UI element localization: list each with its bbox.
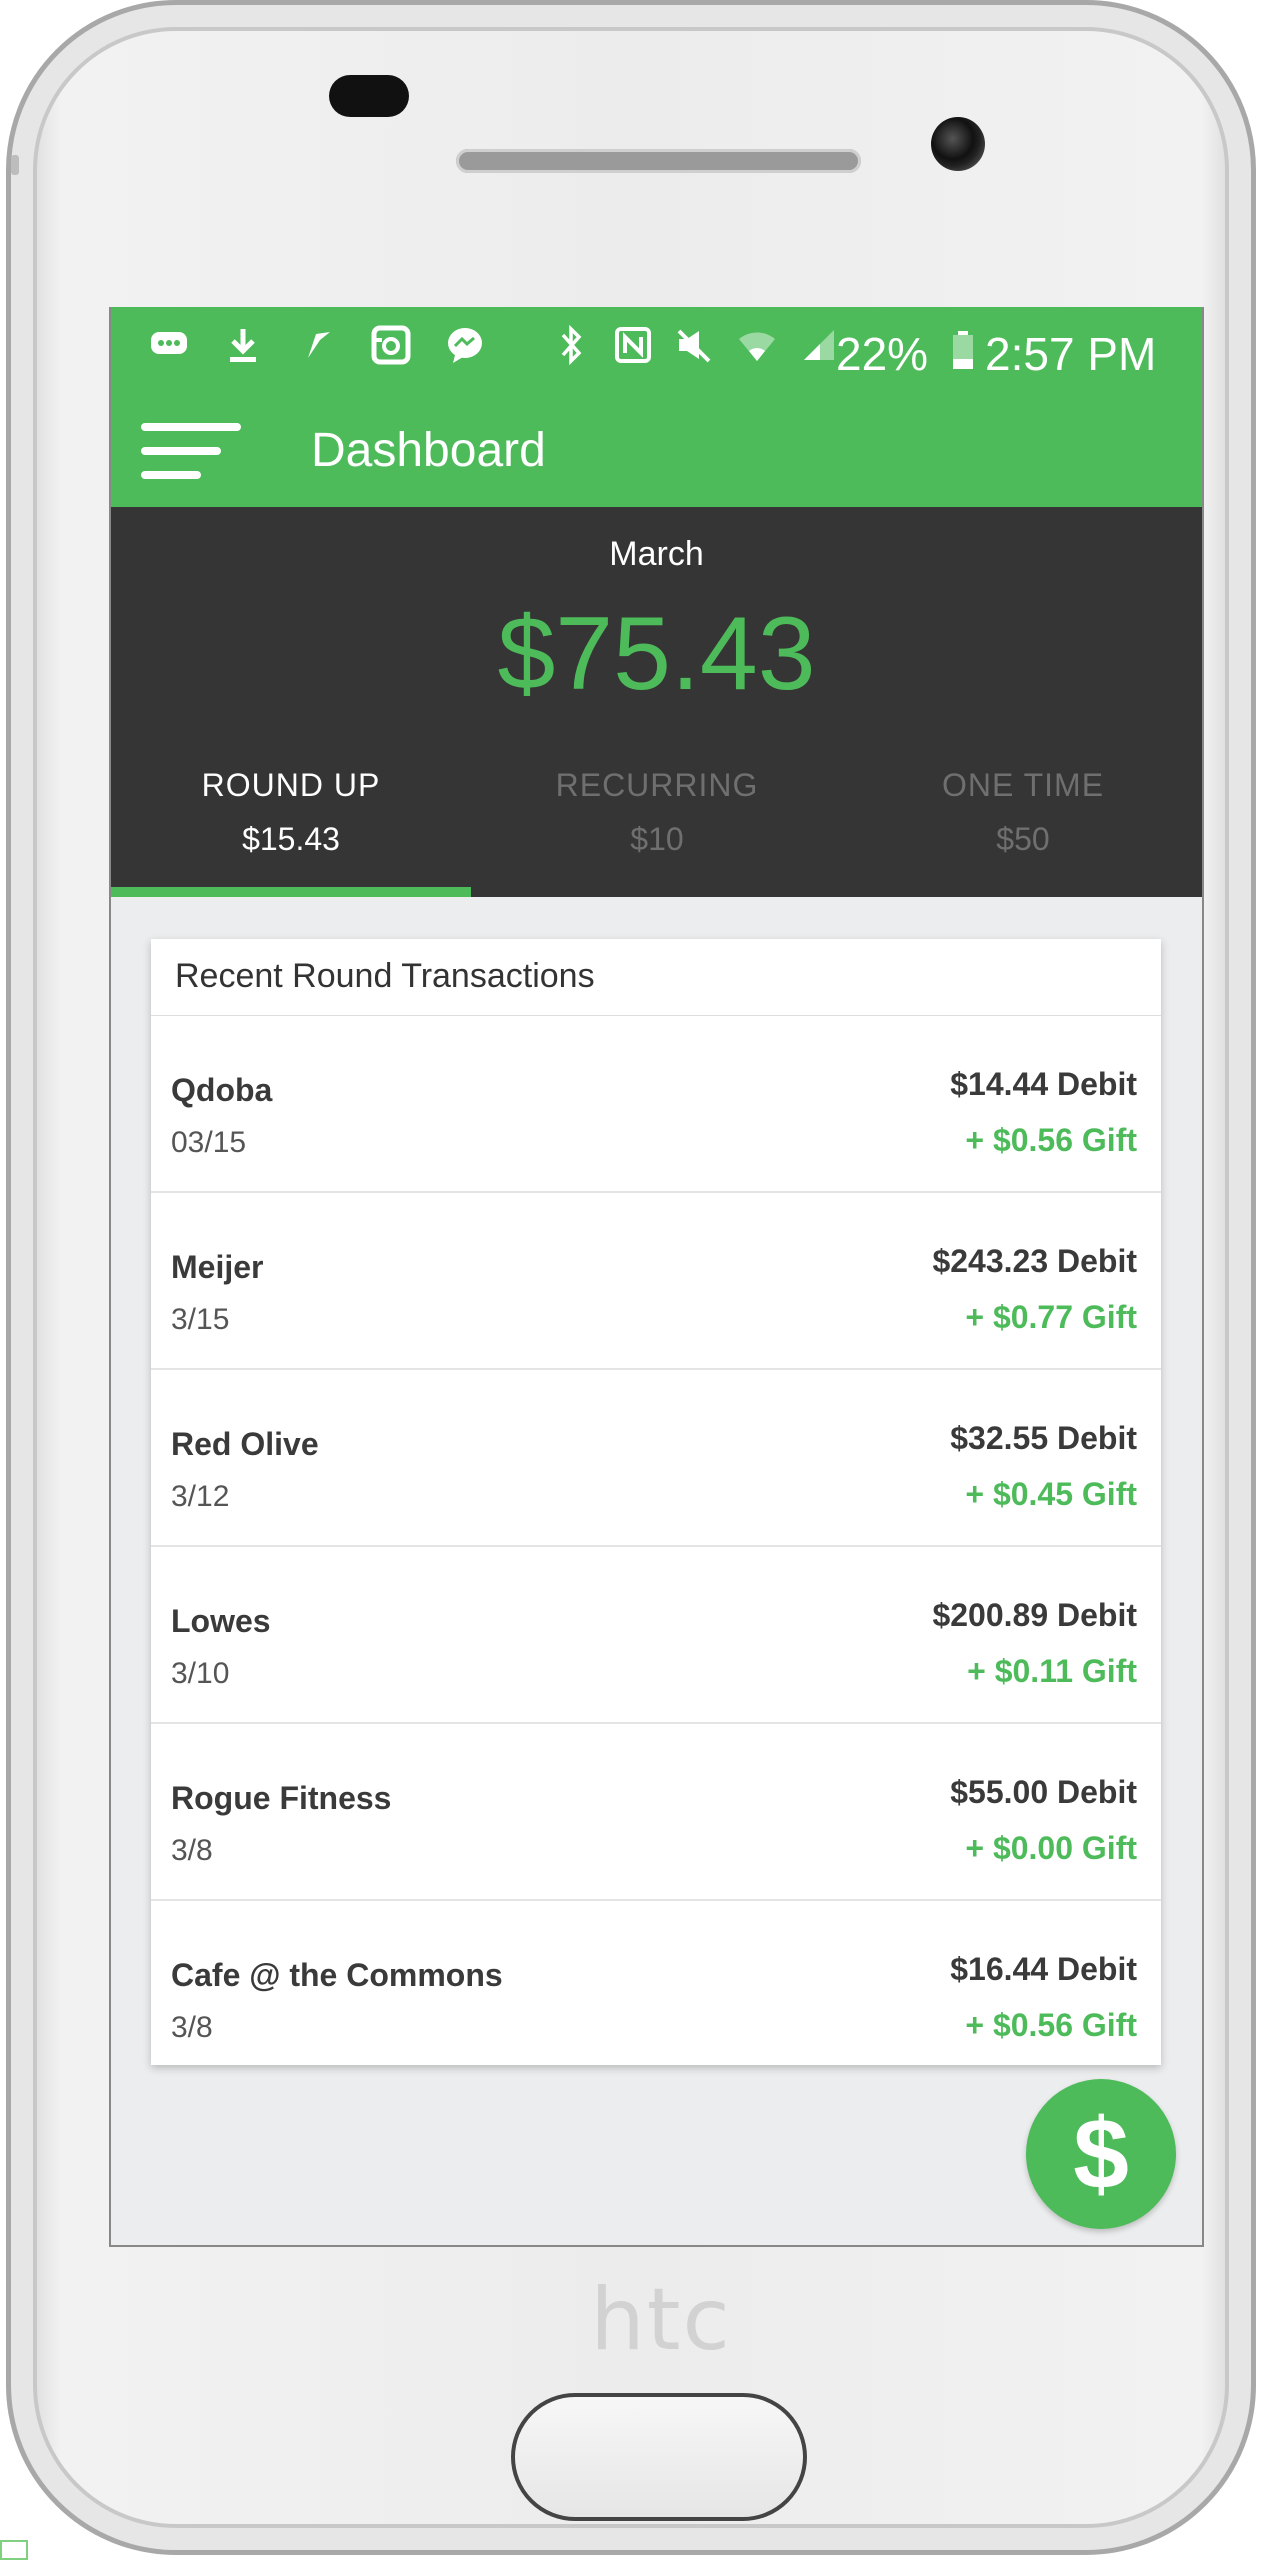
wifi-icon bbox=[737, 325, 777, 365]
corner-marker bbox=[0, 2540, 28, 2560]
tab-label: ONE TIME bbox=[941, 767, 1105, 803]
transaction-date: 3/8 bbox=[171, 2011, 213, 2044]
gift-amount: + $0.56 Gift bbox=[965, 1122, 1137, 1158]
active-tab-indicator bbox=[111, 887, 471, 897]
gift-amount: + $0.11 Gift bbox=[967, 1653, 1137, 1689]
battery-icon bbox=[943, 331, 983, 371]
mute-icon bbox=[675, 325, 715, 365]
tab-label: ROUND UP bbox=[201, 767, 381, 803]
download-icon bbox=[223, 325, 263, 365]
transaction-row[interactable]: Qdoba 03/15 $14.44 Debit + $0.56 Gift bbox=[151, 1016, 1161, 1193]
transaction-row[interactable]: Meijer 3/15 $243.23 Debit + $0.77 Gift bbox=[151, 1193, 1161, 1370]
front-sensor bbox=[329, 75, 409, 117]
merchant-name: Qdoba bbox=[171, 1072, 273, 1108]
merchant-name: Lowes bbox=[171, 1603, 271, 1639]
transaction-date: 3/8 bbox=[171, 1834, 213, 1867]
tab-amount: $15.43 bbox=[242, 821, 340, 857]
htc-logo: htc bbox=[590, 2270, 732, 2370]
menu-icon[interactable] bbox=[141, 419, 241, 483]
summary-tabs: ROUND UP $15.43 RECURRING $10 ONE TIME $… bbox=[111, 737, 1202, 897]
transactions-card: Recent Round Transactions Qdoba 03/15 $1… bbox=[151, 939, 1161, 2065]
transaction-date: 3/15 bbox=[171, 1303, 230, 1336]
earpiece-speaker bbox=[456, 149, 861, 173]
nfc-icon bbox=[613, 325, 653, 365]
front-camera bbox=[931, 117, 985, 171]
tab-amount: $10 bbox=[630, 821, 684, 857]
transaction-row[interactable]: Cafe @ the Commons 3/8 $16.44 Debit + $0… bbox=[151, 1901, 1161, 2076]
gift-amount: + $0.56 Gift bbox=[965, 2007, 1137, 2043]
transaction-row[interactable]: Red Olive 3/12 $32.55 Debit + $0.45 Gift bbox=[151, 1370, 1161, 1547]
page-title: Dashboard bbox=[311, 424, 546, 477]
bluetooth-icon bbox=[551, 325, 591, 365]
monthly-summary: March $75.43 ROUND UP $15.43 RECURRING $… bbox=[111, 507, 1202, 897]
transaction-row[interactable]: Rogue Fitness 3/8 $55.00 Debit + $0.00 G… bbox=[151, 1724, 1161, 1901]
transaction-date: 3/12 bbox=[171, 1480, 230, 1513]
tab-label: RECURRING bbox=[555, 767, 759, 803]
tab-recurring[interactable]: RECURRING $10 bbox=[477, 737, 837, 897]
battery-percent: 22% bbox=[836, 328, 929, 380]
summary-total: $75.43 bbox=[497, 596, 816, 712]
dollar-icon: $ bbox=[1073, 2097, 1129, 2210]
add-contribution-button[interactable]: $ bbox=[1026, 2079, 1176, 2229]
phone-frame: 22% 2:57 PM Dashboard March $75.43 ROUND… bbox=[6, 0, 1256, 2555]
tab-round-up[interactable]: ROUND UP $15.43 bbox=[111, 737, 471, 897]
message-icon bbox=[149, 325, 189, 365]
debit-amount: $14.44 Debit bbox=[950, 1066, 1137, 1102]
tab-one-time[interactable]: ONE TIME $50 bbox=[843, 737, 1202, 897]
navigation-icon bbox=[297, 325, 337, 365]
transaction-date: 3/10 bbox=[171, 1657, 230, 1690]
transaction-row[interactable]: Lowes 3/10 $200.89 Debit + $0.11 Gift bbox=[151, 1547, 1161, 1724]
status-bar: 22% 2:57 PM bbox=[111, 307, 1202, 397]
instagram-icon bbox=[371, 325, 411, 365]
card-header: Recent Round Transactions bbox=[151, 939, 1161, 1016]
status-time: 2:57 PM bbox=[985, 328, 1157, 380]
tab-amount: $50 bbox=[996, 821, 1050, 857]
merchant-name: Meijer bbox=[171, 1249, 264, 1285]
status-icons-left bbox=[149, 325, 485, 365]
debit-amount: $32.55 Debit bbox=[950, 1420, 1137, 1456]
debit-amount: $243.23 Debit bbox=[932, 1243, 1137, 1279]
summary-month: March bbox=[609, 535, 704, 573]
merchant-name: Rogue Fitness bbox=[171, 1780, 392, 1816]
app-bar: Dashboard bbox=[111, 397, 1202, 507]
app-screen: 22% 2:57 PM Dashboard March $75.43 ROUND… bbox=[109, 307, 1204, 2247]
signal-icon bbox=[799, 325, 839, 365]
status-icons-right bbox=[551, 325, 839, 365]
home-button[interactable] bbox=[511, 2393, 807, 2521]
transaction-date: 03/15 bbox=[171, 1126, 247, 1159]
card-title: Recent Round Transactions bbox=[175, 957, 595, 995]
debit-amount: $16.44 Debit bbox=[950, 1951, 1137, 1987]
merchant-name: Red Olive bbox=[171, 1426, 319, 1462]
debit-amount: $200.89 Debit bbox=[932, 1597, 1137, 1633]
side-button bbox=[11, 155, 19, 175]
gift-amount: + $0.45 Gift bbox=[965, 1476, 1137, 1512]
messenger-icon bbox=[445, 325, 485, 365]
merchant-name: Cafe @ the Commons bbox=[171, 1957, 503, 1993]
gift-amount: + $0.77 Gift bbox=[965, 1299, 1137, 1335]
debit-amount: $55.00 Debit bbox=[950, 1774, 1137, 1810]
gift-amount: + $0.00 Gift bbox=[965, 1830, 1137, 1866]
